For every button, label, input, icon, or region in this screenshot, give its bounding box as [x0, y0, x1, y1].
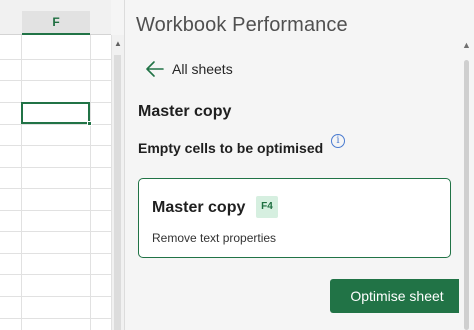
grid-row-line — [0, 318, 111, 319]
pane-title: Workbook Performance — [136, 14, 348, 36]
column-header-f[interactable]: F — [22, 11, 90, 35]
fill-handle[interactable] — [87, 121, 92, 126]
grid-row-line — [0, 124, 111, 125]
pane-scroll-thumb[interactable] — [464, 60, 469, 330]
back-link-label: All sheets — [172, 61, 233, 77]
grid-scroll-thumb[interactable] — [114, 55, 121, 330]
grid-row-line — [0, 231, 111, 232]
optimise-sheet-button[interactable]: Optimise sheet — [330, 279, 464, 313]
info-icon[interactable]: i — [331, 134, 345, 148]
pane-scroll-up-icon[interactable]: ▲ — [462, 40, 471, 50]
empty-cells-subheading: Empty cells to be optimised — [138, 140, 324, 156]
workbook-performance-pane: Workbook Performance All sheets Master c… — [124, 0, 474, 330]
card-description: Remove text properties — [152, 231, 277, 245]
grid-row-line — [0, 188, 111, 189]
back-to-all-sheets-link[interactable]: All sheets — [145, 58, 233, 80]
grid-row-line — [0, 274, 111, 275]
grid-row-line — [0, 145, 111, 146]
grid-row-line — [0, 80, 111, 81]
grid-row-line — [0, 296, 111, 297]
cell-reference-badge: F4 — [256, 196, 278, 218]
sheet-name-heading: Master copy — [138, 103, 232, 120]
left-arrow-icon — [146, 61, 164, 77]
sheet-issue-card[interactable]: Master copy F4 Remove text properties — [138, 178, 451, 258]
selected-cell[interactable] — [21, 102, 90, 124]
grid-row-line — [0, 59, 111, 60]
spreadsheet-grid[interactable]: F — [0, 0, 111, 330]
card-sheet-name: Master copy — [152, 199, 246, 216]
scroll-up-icon[interactable]: ▲ — [113, 38, 123, 50]
grid-row-line — [0, 253, 111, 254]
grid-row-line — [0, 167, 111, 168]
pane-vertical-scrollbar[interactable]: ▲ — [459, 0, 474, 330]
grid-row-line — [0, 210, 111, 211]
